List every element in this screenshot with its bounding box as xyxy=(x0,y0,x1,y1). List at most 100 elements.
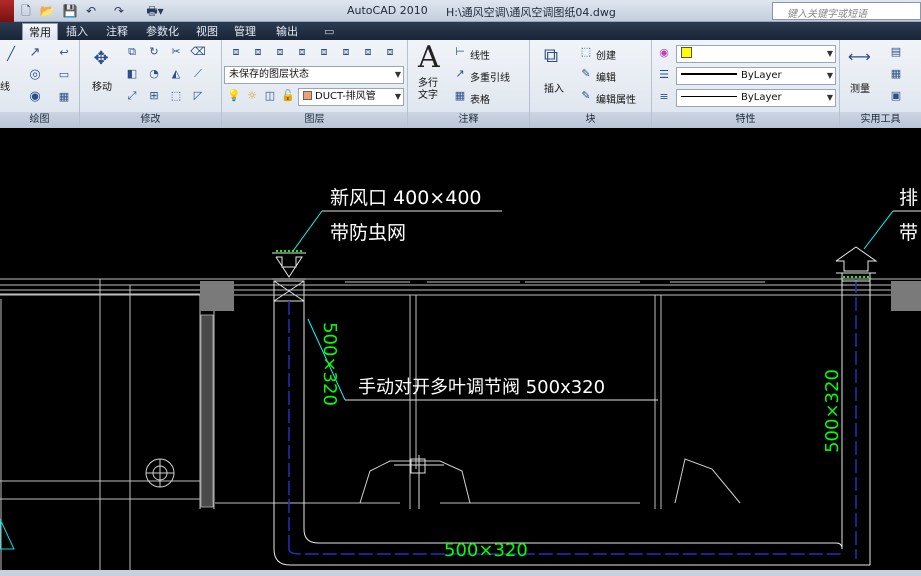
panel-layers-footer[interactable]: 图层 xyxy=(222,112,407,128)
lock-icon[interactable]: 🔓 xyxy=(280,88,296,104)
tab-parametric[interactable]: 参数化 xyxy=(140,23,185,40)
multiline-text-icon[interactable]: A xyxy=(418,40,440,75)
circle-icon[interactable]: ◎ xyxy=(26,66,44,84)
offset-icon[interactable]: ⟋ xyxy=(190,66,206,82)
drawing-canvas[interactable]: 新风口 400×400 带防虫网 排 带 手动对开多叶调节阀 500x320 5… xyxy=(0,129,921,576)
multiline-text-label[interactable]: 多行 文字 xyxy=(418,78,438,102)
edit-attributes-label[interactable]: 编辑属性 xyxy=(596,91,636,106)
fan-unit xyxy=(145,458,175,488)
new-file-icon[interactable]: 🗋 xyxy=(17,2,35,20)
match-properties-icon[interactable]: ◉ xyxy=(656,45,672,61)
calculator-icon[interactable]: ▦ xyxy=(888,66,904,82)
mirror-icon[interactable]: ◭ xyxy=(168,66,184,82)
measure-label[interactable]: 测量 xyxy=(850,80,870,95)
panel-utilities: ⟷ 测量 ▤ ▦ ▣ 实用工具 xyxy=(840,40,921,128)
layer-properties-icon[interactable]: ⧈ xyxy=(228,44,244,60)
edit-block-icon[interactable]: ✎ xyxy=(578,66,594,82)
ribbon-minimize-icon[interactable]: ▭ xyxy=(318,23,340,40)
fillet-icon[interactable]: ◔ xyxy=(146,66,162,82)
layer-isolate-icon[interactable]: ⧈ xyxy=(294,44,310,60)
linetype-icon[interactable]: ☰ xyxy=(656,67,672,83)
erase-icon[interactable]: ⌫ xyxy=(190,44,206,60)
color-swatch xyxy=(681,47,692,58)
move-label[interactable]: 移动 xyxy=(92,78,112,93)
panel-block-footer[interactable]: 块 xyxy=(530,112,651,128)
ellipse-icon[interactable]: ◉ xyxy=(26,88,44,106)
app-menu-button[interactable] xyxy=(0,0,14,22)
panel-modify-footer[interactable]: 修改 xyxy=(80,112,221,128)
undo-icon[interactable]: ↶ xyxy=(82,2,100,20)
chevron-down-icon: ▼ xyxy=(394,92,401,101)
chamfer-icon[interactable]: ◸ xyxy=(190,88,206,104)
scale-icon[interactable]: ⤢ xyxy=(124,88,140,104)
panel-layers: ⧈ ⧈ ⧈ ⧈ ⧈ ⧈ ⧈ ⧈ 未保存的图层状态 ▼ 💡 ☼ ◫ 🔓 DUCT-… xyxy=(222,40,408,128)
lightbulb-icon[interactable]: 💡 xyxy=(226,88,242,104)
redo-icon[interactable]: ↷ xyxy=(110,2,128,20)
color-dropdown[interactable]: ▼ xyxy=(676,45,836,63)
linear-label[interactable]: 线性 xyxy=(470,47,490,62)
line-icon[interactable]: ╱ xyxy=(2,46,20,64)
trim-icon[interactable]: ✂ xyxy=(168,44,184,60)
move-icon[interactable]: ✥ xyxy=(92,50,110,68)
linear-dimension-icon[interactable]: ⊢ xyxy=(452,44,468,60)
save-icon[interactable]: 💾 xyxy=(61,2,79,20)
insert-block-icon[interactable]: ⧉ xyxy=(542,45,560,65)
layer-match-icon[interactable]: ⧈ xyxy=(272,44,288,60)
viewport-freeze-icon[interactable]: ◫ xyxy=(262,88,278,104)
quick-select-icon[interactable]: ▤ xyxy=(888,44,904,60)
panel-properties-footer[interactable]: 特性 xyxy=(652,112,839,128)
id-point-icon[interactable]: ▣ xyxy=(888,88,904,104)
measure-icon[interactable]: ⟷ xyxy=(848,48,871,66)
panel-utilities-footer[interactable]: 实用工具 xyxy=(840,112,921,128)
layer-unlock-icon[interactable]: ⧈ xyxy=(382,44,398,60)
tab-home[interactable]: 常用 xyxy=(22,23,58,40)
tab-insert[interactable]: 插入 xyxy=(60,23,94,40)
layer-freeze-icon[interactable]: ⧈ xyxy=(316,44,332,60)
edit-label[interactable]: 编辑 xyxy=(596,69,616,84)
lineweight-icon[interactable]: ≡ xyxy=(656,89,672,105)
exhaust-outlet-icon xyxy=(835,246,878,274)
table-label[interactable]: 表格 xyxy=(470,91,490,106)
cad-drawing[interactable]: 新风口 400×400 带防虫网 排 带 手动对开多叶调节阀 500x320 5… xyxy=(0,129,921,576)
layer-off-icon[interactable]: ⧈ xyxy=(338,44,354,60)
explode-icon[interactable]: ⬚ xyxy=(168,88,184,104)
search-input[interactable]: 键入关键字或短语 xyxy=(772,2,921,20)
rotate-icon[interactable]: ↻ xyxy=(146,44,162,60)
exhaust-subtitle: 带 xyxy=(899,222,918,244)
edit-attributes-icon[interactable]: ✎ xyxy=(578,88,594,104)
tab-manage[interactable]: 管理 xyxy=(228,23,262,40)
insert-label[interactable]: 插入 xyxy=(544,80,564,95)
layer-previous-icon[interactable]: ⧈ xyxy=(250,44,266,60)
rectangle-icon[interactable]: ▭ xyxy=(56,67,72,83)
panel-block: ⧉ 插入 ⬚ 创建 ✎ 编辑 ✎ 编辑属性 块 xyxy=(530,40,652,128)
ribbon: ╱ 线 ↗ ◎ ◉ ↩ ▭ ▦ 绘图 ✥ 移动 ⧉ ↻ ✂ ⌫ ◧ ◔ ◭ ⟋ … xyxy=(0,40,921,128)
multileader-label[interactable]: 多重引线 xyxy=(470,69,510,84)
plot-icon[interactable]: 🖶▾ xyxy=(140,2,170,20)
stretch-icon[interactable]: ◧ xyxy=(124,66,140,82)
linetype-dropdown[interactable]: ByLayer ▼ xyxy=(676,67,836,85)
open-file-icon[interactable]: 📂 xyxy=(38,2,56,20)
tab-output[interactable]: 输出 xyxy=(270,23,304,40)
linetype-value: ByLayer xyxy=(741,70,782,81)
layer-lock-icon[interactable]: ⧈ xyxy=(360,44,376,60)
table-icon[interactable]: ▦ xyxy=(452,88,468,104)
panel-annotation: A 多行 文字 ⊢ 线性 ↗ 多重引线 ▦ 表格 注释 xyxy=(408,40,530,128)
sun-icon[interactable]: ☼ xyxy=(244,88,260,104)
tab-view[interactable]: 视图 xyxy=(190,23,224,40)
file-path: H:\通风空调\通风空调图纸04.dwg xyxy=(446,6,616,19)
array-icon[interactable]: ⊞ xyxy=(146,88,162,104)
copy-icon[interactable]: ⧉ xyxy=(124,44,140,60)
create-label[interactable]: 创建 xyxy=(596,47,616,62)
tab-annotate[interactable]: 注释 xyxy=(100,23,134,40)
hatch-icon[interactable]: ▦ xyxy=(56,89,72,105)
current-layer-dropdown[interactable]: DUCT-排风管 ▼ xyxy=(298,88,404,106)
panel-draw-footer[interactable]: 绘图 xyxy=(0,112,79,128)
polyline-icon[interactable]: ↗ xyxy=(26,44,44,62)
layer-state-dropdown[interactable]: 未保存的图层状态 ▼ xyxy=(224,66,404,84)
lineweight-dropdown[interactable]: ByLayer ▼ xyxy=(676,89,836,107)
panel-annotation-footer[interactable]: 注释 xyxy=(408,112,529,128)
arc-icon[interactable]: ↩ xyxy=(56,45,72,61)
create-block-icon[interactable]: ⬚ xyxy=(578,44,594,60)
linetype-sample xyxy=(681,73,737,75)
multileader-icon[interactable]: ↗ xyxy=(452,66,468,82)
